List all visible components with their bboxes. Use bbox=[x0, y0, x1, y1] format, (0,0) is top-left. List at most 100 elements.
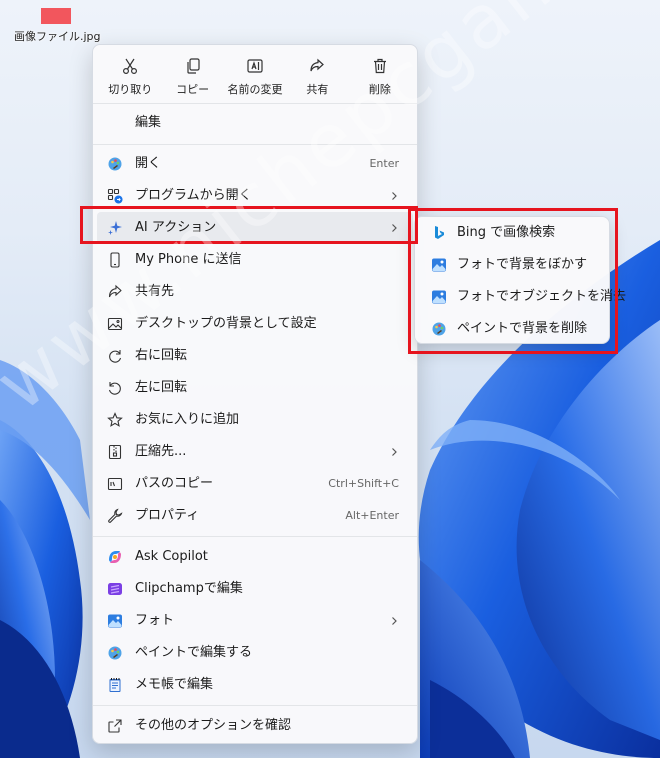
submenu-item-label: ペイントで背景を削除 bbox=[457, 321, 588, 336]
scissors-icon bbox=[123, 58, 138, 75]
notepad-icon bbox=[107, 677, 123, 693]
menu-item-edit-notepad[interactable]: メモ帳で編集 bbox=[97, 669, 413, 701]
open-with-icon bbox=[107, 188, 123, 204]
menu-item-label: その他のオプションを確認 bbox=[135, 718, 292, 733]
paint-palette-icon bbox=[107, 645, 123, 661]
copilot-icon bbox=[107, 549, 123, 565]
shortcut-text: Ctrl+Shift+C bbox=[328, 477, 399, 490]
separator bbox=[93, 705, 417, 706]
phone-icon bbox=[107, 252, 123, 268]
wrench-icon bbox=[107, 508, 123, 524]
menu-item-label: My Phone に送信 bbox=[135, 252, 242, 267]
menu-item-edit-paint[interactable]: ペイントで編集する bbox=[97, 637, 413, 669]
submenu-item-label: フォトでオブジェクトを消去 bbox=[457, 289, 627, 304]
menu-item-share-to[interactable]: 共有先 bbox=[97, 276, 413, 308]
share-button[interactable]: 共有 bbox=[286, 51, 348, 103]
submenu-item-erase-object[interactable]: フォトでオブジェクトを消去 bbox=[419, 281, 626, 313]
menu-item-label: メモ帳で編集 bbox=[135, 677, 214, 692]
copy-icon bbox=[187, 58, 200, 74]
context-menu: 切り取り コピー 名前の変更 共有 削除 編集 開く Enter プログラムから… bbox=[92, 44, 418, 744]
copy-path-icon bbox=[107, 476, 123, 492]
menu-item-label: Ask Copilot bbox=[135, 549, 208, 564]
menu-item-label: プログラムから開く bbox=[135, 188, 252, 203]
share-icon bbox=[310, 58, 325, 72]
menu-item-compress-to[interactable]: 圧縮先... bbox=[97, 436, 413, 468]
clipchamp-icon bbox=[107, 581, 123, 597]
menu-item-rotate-left[interactable]: 左に回転 bbox=[97, 372, 413, 404]
menu-item-copy-path[interactable]: パスのコピー Ctrl+Shift+C bbox=[97, 468, 413, 500]
menu-item-label: Clipchampで編集 bbox=[135, 581, 243, 596]
menu-item-add-favorites[interactable]: お気に入りに追加 bbox=[97, 404, 413, 436]
menu-item-label: お気に入りに追加 bbox=[135, 412, 240, 427]
desktop-file-icon[interactable]: 画像ファイル.jpg bbox=[14, 8, 101, 44]
more-options-icon bbox=[107, 718, 123, 734]
menu-item-open-with[interactable]: プログラムから開く bbox=[97, 180, 413, 212]
menu-item-edit[interactable]: 編集 bbox=[97, 107, 413, 139]
photos-icon bbox=[431, 289, 447, 305]
menu-item-set-wallpaper[interactable]: デスクトップの背景として設定 bbox=[97, 308, 413, 340]
shortcut-text: Alt+Enter bbox=[345, 509, 399, 522]
quick-action-bar: 切り取り コピー 名前の変更 共有 削除 bbox=[99, 51, 411, 103]
submenu-item-remove-background[interactable]: ペイントで背景を削除 bbox=[419, 313, 605, 345]
chevron-right-icon bbox=[392, 224, 397, 232]
menu-item-send-to-phone[interactable]: My Phone に送信 bbox=[97, 244, 413, 276]
delete-label: 削除 bbox=[368, 83, 391, 96]
menu-item-ai-actions[interactable]: AI アクション bbox=[97, 212, 413, 244]
menu-item-label: ペイントで編集する bbox=[135, 645, 253, 660]
menu-item-label: デスクトップの背景として設定 bbox=[135, 316, 317, 331]
shortcut-text: Enter bbox=[369, 157, 399, 170]
menu-item-properties[interactable]: プロパティ Alt+Enter bbox=[97, 500, 413, 532]
delete-button[interactable]: 削除 bbox=[349, 51, 411, 103]
separator bbox=[93, 103, 417, 104]
menu-item-label: 編集 bbox=[135, 115, 162, 130]
copy-label: コピー bbox=[176, 83, 210, 96]
rename-icon bbox=[247, 59, 263, 73]
share-icon bbox=[107, 284, 123, 300]
bing-icon bbox=[431, 225, 447, 241]
rename-label: 名前の変更 bbox=[227, 83, 283, 96]
zip-icon bbox=[107, 444, 123, 460]
menu-item-label: 左に回転 bbox=[135, 380, 188, 395]
trash-icon bbox=[373, 58, 386, 74]
menu-item-label: プロパティ bbox=[135, 508, 200, 523]
menu-item-ask-copilot[interactable]: Ask Copilot bbox=[97, 541, 413, 573]
menu-item-clipchamp[interactable]: Clipchampで編集 bbox=[97, 573, 413, 605]
submenu-item-blur-background[interactable]: フォトで背景をぼかす bbox=[419, 249, 605, 281]
photos-icon bbox=[431, 257, 447, 273]
photos-icon bbox=[107, 613, 123, 629]
share-label: 共有 bbox=[306, 83, 329, 96]
rotate-left-icon bbox=[107, 380, 123, 396]
menu-item-label: フォト bbox=[135, 613, 175, 628]
menu-item-label: パスのコピー bbox=[135, 476, 214, 491]
ai-actions-submenu: Bing で画像検索 フォトで背景をぼかす フォトでオブジェクトを消去 ペイント… bbox=[414, 216, 626, 345]
chevron-right-icon bbox=[392, 192, 397, 200]
star-icon bbox=[107, 412, 123, 428]
submenu-item-bing-search[interactable]: Bing で画像検索 bbox=[419, 217, 605, 249]
submenu-item-label: フォトで背景をぼかす bbox=[457, 257, 588, 272]
paint-palette-icon bbox=[107, 156, 123, 172]
rotate-right-icon bbox=[107, 348, 123, 364]
rename-button[interactable]: 名前の変更 bbox=[224, 51, 286, 103]
menu-item-label: AI アクション bbox=[135, 220, 217, 235]
menu-item-more-options[interactable]: その他のオプションを確認 bbox=[97, 710, 413, 742]
copy-button[interactable]: コピー bbox=[161, 51, 223, 103]
cut-label: 切り取り bbox=[108, 83, 153, 96]
menu-item-open[interactable]: 開く Enter bbox=[97, 148, 413, 180]
chevron-right-icon bbox=[392, 617, 397, 625]
paint-palette-icon bbox=[431, 321, 447, 337]
cut-button[interactable]: 切り取り bbox=[99, 51, 161, 103]
menu-item-label: 圧縮先... bbox=[135, 444, 187, 459]
menu-item-label: 開く bbox=[135, 156, 162, 171]
separator bbox=[93, 144, 417, 145]
menu-item-rotate-right[interactable]: 右に回転 bbox=[97, 340, 413, 372]
separator bbox=[93, 536, 417, 537]
menu-item-label: 共有先 bbox=[135, 284, 175, 299]
sparkle-icon bbox=[107, 220, 123, 236]
wallpaper-icon bbox=[107, 316, 123, 332]
menu-item-photos[interactable]: フォト bbox=[97, 605, 413, 637]
submenu-item-label: Bing で画像検索 bbox=[457, 225, 556, 240]
file-name-label: 画像ファイル.jpg bbox=[14, 30, 101, 43]
image-thumbnail bbox=[41, 8, 71, 24]
chevron-right-icon bbox=[392, 448, 397, 456]
menu-item-label: 右に回転 bbox=[135, 348, 188, 363]
